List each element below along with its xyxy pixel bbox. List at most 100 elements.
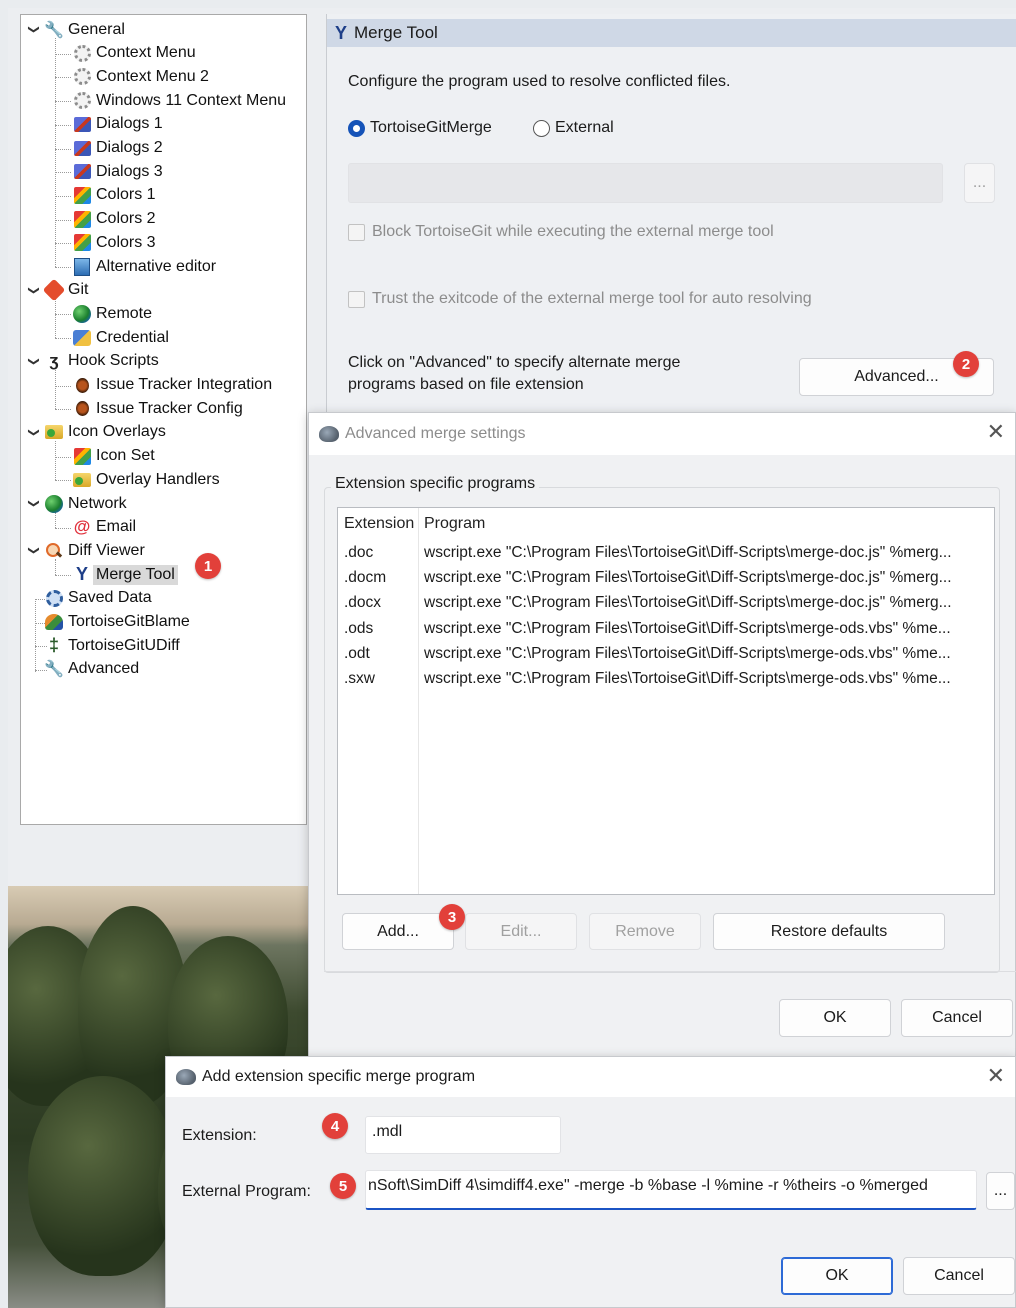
table-row[interactable]: .ods wscript.exe "C:\Program Files\Tortoi…	[338, 616, 994, 641]
block-tortoisegit-checkbox[interactable]: Block TortoiseGit while executing the ex…	[348, 223, 774, 241]
table-row[interactable]: .sxw wscript.exe "C:\Program Files\Tortoi…	[338, 666, 994, 691]
tree-item-issue-tracker-config[interactable]: Issue Tracker Config	[73, 397, 243, 420]
tree-item-label: Git	[68, 281, 89, 299]
tree-item-label: Icon Overlays	[68, 423, 166, 441]
tree-connector	[55, 172, 71, 174]
table-row[interactable]: .docx wscript.exe "C:\Program Files\Torto…	[338, 590, 994, 615]
radio-unselected-indicator	[533, 119, 550, 137]
tree-item-dialogs-3[interactable]: Dialogs 3	[73, 160, 163, 183]
tree-item-saved-data[interactable]: Saved Data	[27, 587, 152, 610]
tree-item-alternative-editor[interactable]: Alternative editor	[73, 255, 216, 278]
tree-item-remote[interactable]: Remote	[73, 302, 152, 325]
tree-item-label: Overlay Handlers	[96, 470, 220, 488]
tree-item-context-menu-2[interactable]: Context Menu 2	[73, 65, 209, 88]
tree-item-icon-overlays[interactable]: ❯ Icon Overlays	[27, 421, 166, 444]
chevron-down-icon[interactable]: ❯	[28, 497, 41, 511]
external-program-input[interactable]: nSoft\SimDiff 4\simdiff4.exe" -merge -b …	[365, 1170, 977, 1210]
tree-connector	[55, 314, 71, 316]
tree-item-label: Context Menu 2	[96, 67, 209, 85]
restore-defaults-button[interactable]: Restore defaults	[713, 913, 945, 950]
table-row[interactable]: .docm wscript.exe "C:\Program Files\Torto…	[338, 565, 994, 590]
tree-item-advanced[interactable]: 🔧 Advanced	[27, 658, 139, 681]
radio-tortoisegitmerge[interactable]: TortoiseGitMerge	[348, 119, 492, 137]
tree-item-tortoisegitblame[interactable]: TortoiseGitBlame	[27, 611, 190, 634]
edit-button[interactable]: Edit...	[465, 913, 577, 950]
tree-item-label: Windows 11 Context Menu	[96, 91, 287, 109]
blame-icon	[45, 613, 63, 631]
column-header-program[interactable]: Program	[424, 515, 485, 533]
ok-button[interactable]: OK	[779, 999, 891, 1037]
tree-item-label: Network	[68, 494, 127, 512]
remove-button[interactable]: Remove	[589, 913, 701, 950]
wrench-icon: 🔧	[44, 661, 64, 679]
tree-connector	[55, 385, 71, 387]
chevron-down-icon[interactable]: ❯	[28, 354, 41, 368]
bug-icon	[73, 376, 91, 394]
tree-item-git[interactable]: ❯ Git	[27, 278, 89, 302]
chevron-down-icon[interactable]: ❯	[28, 283, 41, 297]
tree-item-hook-scripts[interactable]: ❯ ʒ Hook Scripts	[27, 350, 159, 373]
program-cell: wscript.exe "C:\Program Files\TortoiseGi…	[424, 619, 951, 637]
ok-button[interactable]: OK	[781, 1257, 893, 1295]
tree-connector	[55, 267, 71, 268]
program-cell: wscript.exe "C:\Program Files\TortoiseGi…	[424, 544, 952, 561]
tree-item-merge-tool[interactable]: Y Merge Tool	[73, 563, 178, 586]
trust-exitcode-checkbox[interactable]: Trust the exitcode of the external merge…	[348, 290, 812, 308]
tree-item-colors-3[interactable]: Colors 3	[73, 231, 156, 254]
program-cell: wscript.exe "C:\Program Files\TortoiseGi…	[424, 594, 952, 612]
tree-item-label: Merge Tool	[93, 564, 178, 585]
tree-item-label: Hook Scripts	[68, 352, 159, 370]
close-icon[interactable]: ✕	[987, 1065, 1005, 1087]
tree-item-label: Issue Tracker Integration	[96, 376, 273, 393]
tree-item-credential[interactable]: Credential	[73, 326, 169, 349]
browse-button[interactable]: ...	[986, 1172, 1015, 1210]
extension-input[interactable]: .mdl	[365, 1116, 561, 1154]
cancel-button[interactable]: Cancel	[901, 999, 1013, 1037]
tree-item-label: Dialogs 2	[96, 139, 163, 156]
table-row[interactable]: .doc wscript.exe "C:\Program Files\Tortoi…	[338, 540, 994, 565]
tree-item-tortoisegitudiff[interactable]: ‡ TortoiseGitUDiff	[27, 634, 180, 657]
tree-item-icon-set[interactable]: Icon Set	[73, 445, 155, 468]
tree-item-label: TortoiseGitBlame	[68, 613, 190, 630]
tree-item-label: Credential	[96, 328, 169, 346]
extension-cell: .doc	[344, 544, 374, 561]
extension-programs-list[interactable]: Extension Program .doc wscript.exe "C:\Pr…	[337, 507, 995, 895]
tree-item-label: Advanced	[68, 660, 140, 678]
tree-item-windows-11-context-menu[interactable]: Windows 11 Context Menu	[73, 89, 286, 112]
extension-label: Extension:	[182, 1127, 257, 1144]
radio-external[interactable]: External	[533, 119, 614, 137]
tree-item-dialogs-2[interactable]: Dialogs 2	[73, 137, 163, 160]
column-header-extension[interactable]: Extension	[344, 515, 414, 533]
tree-item-colors-2[interactable]: Colors 2	[73, 208, 156, 231]
add-button[interactable]: Add...	[342, 913, 454, 950]
tree-item-general[interactable]: ❯ 🔧 General	[27, 18, 125, 41]
table-row[interactable]: .odt wscript.exe "C:\Program Files\Tortoi…	[338, 641, 994, 666]
chevron-down-icon[interactable]: ❯	[28, 23, 41, 37]
tree-connector	[55, 409, 71, 411]
cancel-button[interactable]: Cancel	[903, 1257, 1015, 1295]
tree-connector	[55, 243, 71, 245]
credential-icon	[73, 329, 91, 347]
merge-tool-page: Y Merge Tool Configure the program used …	[326, 14, 1016, 414]
tree-item-colors-1[interactable]: Colors 1	[73, 184, 156, 207]
tree-item-label: Context Menu	[96, 44, 196, 62]
close-icon[interactable]: ✕	[987, 421, 1005, 443]
browse-button[interactable]: ...	[964, 163, 995, 203]
tree-item-dialogs-1[interactable]: Dialogs 1	[73, 113, 163, 136]
tree-item-network[interactable]: ❯ Network	[27, 492, 127, 515]
tree-connector	[55, 369, 56, 410]
tree-item-email[interactable]: @ Email	[73, 516, 136, 539]
chevron-down-icon[interactable]: ❯	[28, 425, 41, 439]
divider	[324, 971, 1016, 972]
tree-connector	[55, 298, 56, 339]
program-cell: wscript.exe "C:\Program Files\TortoiseGi…	[424, 670, 951, 687]
tree-item-diff-viewer[interactable]: ❯ Diff Viewer	[27, 539, 145, 562]
chevron-down-icon[interactable]: ❯	[28, 544, 41, 558]
tree-item-overlay-handlers[interactable]: Overlay Handlers	[73, 468, 220, 491]
external-merge-path-input[interactable]	[348, 163, 943, 203]
tree-item-issue-tracker-integration[interactable]: Issue Tracker Integration	[73, 374, 272, 397]
tree-connector	[55, 148, 71, 150]
extension-cell: .docx	[344, 594, 382, 612]
tree-item-context-menu[interactable]: Context Menu	[73, 42, 196, 65]
settings-tree[interactable]: ❯ 🔧 General Context Menu Context Menu 2 Windo…	[20, 14, 307, 825]
